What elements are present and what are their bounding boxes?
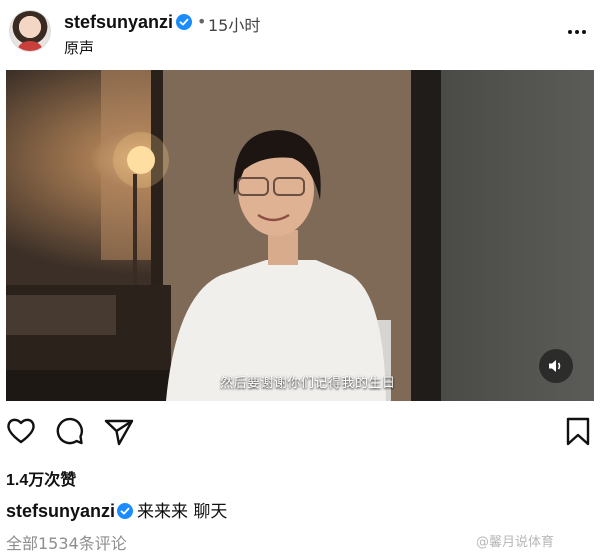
like-count[interactable]: 1.4万次赞 <box>6 466 76 490</box>
heart-icon[interactable] <box>4 414 38 448</box>
video-frame <box>6 70 594 401</box>
comment-icon[interactable] <box>52 414 86 448</box>
view-all-comments-link[interactable]: 全部1534条评论 <box>6 530 127 554</box>
caption-text: 来来来 聊天 <box>137 502 228 522</box>
audio-link[interactable]: 原声 <box>64 37 94 58</box>
sound-toggle-button[interactable] <box>539 349 573 383</box>
verified-badge-icon <box>176 14 192 30</box>
separator-dot: • <box>197 12 207 31</box>
share-icon[interactable] <box>102 414 136 448</box>
action-bar <box>0 414 600 454</box>
verified-badge-icon <box>117 503 134 519</box>
post-caption: stefsunyanzi 来来来 聊天 <box>6 497 227 522</box>
caption-username[interactable]: stefsunyanzi <box>6 501 115 521</box>
more-options-icon[interactable] <box>567 22 587 42</box>
avatar[interactable] <box>9 10 51 52</box>
video-player[interactable]: 然后要谢谢你们记得我的生日 <box>6 70 594 401</box>
watermark: @馨月说体育 <box>476 535 555 550</box>
video-subtitle: 然后要谢谢你们记得我的生日 <box>220 376 396 391</box>
post-time: 15小时 <box>208 16 261 35</box>
speaker-icon <box>549 360 561 372</box>
post-header: stefsunyanzi • 15小时 原声 <box>0 0 600 64</box>
post-username[interactable]: stefsunyanzi <box>64 12 173 33</box>
bookmark-icon[interactable] <box>561 414 595 448</box>
